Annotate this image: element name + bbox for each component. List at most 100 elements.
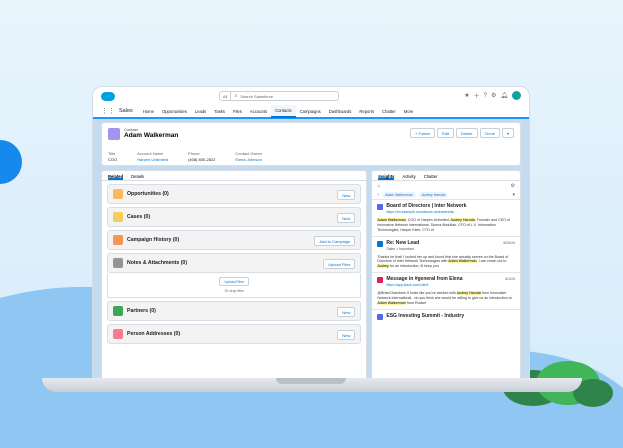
insight-title[interactable]: Message in #general from Elena [386,276,515,282]
new-address-button[interactable]: New [337,330,356,340]
new-case-button[interactable]: New [337,213,356,223]
tab-chatter[interactable]: Chatter [424,174,438,180]
insight-card[interactable]: ESG Investing Summit - Industry [372,308,520,322]
highlight: Adam Walkerman [377,300,406,305]
tab-details[interactable]: Details [131,174,144,180]
laptop-notch [276,378,346,384]
insight-title[interactable]: Board of Directors | Inter Network [386,203,515,209]
highlight: Adam Walkerman [448,259,477,264]
related-list-person-addresses: Person Addresses (0) New [107,324,362,344]
upload-files-inline-button[interactable]: Upload Files [219,277,249,286]
nav-item-reports[interactable]: Reports [355,104,378,118]
nav-item-more[interactable]: More [400,104,418,118]
clone-button[interactable]: Clone [479,128,500,138]
highlight: Audrey Haruda [450,218,475,222]
record-actions: + Follow Edit Delete Clone ▾ [410,128,514,138]
salesforce-logo[interactable] [101,91,115,101]
app-launcher-icon[interactable]: ⋮⋮ [101,107,115,115]
insights-panel: Insights Activity Chatter ⌂ ⚙ ‹ Adam Wal… [371,170,521,380]
insight-body: @BrianChambers it looks like you've work… [377,291,515,306]
insight-card[interactable]: Board of Directors | Inter Network https… [372,199,520,236]
insight-card[interactable]: Re: New Lead Sales > Important 5/29/24 T… [372,235,520,273]
add-icon[interactable]: ＋ [474,91,480,100]
related-list-cases: Cases (0) New [107,207,362,227]
insight-card[interactable]: Message in #general from Elena https://a… [372,272,520,309]
partner-icon [113,306,123,316]
nav-item-campaigns[interactable]: Campaigns [296,104,325,118]
field-label: Contact Owner [235,151,263,156]
related-list-partners: Partners (0) New [107,301,362,321]
case-icon [113,212,123,222]
global-search[interactable]: All ⌕ Search Salesforce [219,91,339,101]
field-account-name: Account Name Harpen Unlimited [137,151,168,162]
back-icon[interactable]: ‹ [377,192,379,198]
related-list-campaign-history: Campaign History (0) Add to Campaign [107,230,362,250]
global-header: All ⌕ Search Salesforce ★ ＋ ? ⚙ 🔔︎ [93,87,529,105]
related-list-title[interactable]: Partners (0) [127,308,156,314]
nav-item-accounts[interactable]: Accounts [246,104,271,118]
related-list-title[interactable]: Notes & Attachments (0) [127,260,187,266]
new-opportunity-button[interactable]: New [337,190,356,200]
nav-item-contacts[interactable]: Contacts [271,104,296,118]
filter-pill[interactable]: Audrey Haruda [418,191,449,198]
record-highlights: Contact Adam Walkerman + Follow Edit Del… [101,122,521,166]
gear-icon[interactable]: ⚙ [491,92,496,99]
file-drop-zone[interactable]: Upload Files Or drop files [107,273,362,298]
insight-source[interactable]: https://en.example.com/about-us/leadersh… [386,210,515,214]
related-list-title[interactable]: Opportunities (0) [127,191,169,197]
insight-title[interactable]: ESG Investing Summit - Industry [386,313,515,319]
add-to-campaign-button[interactable]: Add to Campaign [314,236,356,246]
field-value[interactable]: (408) 800-2822 [188,157,215,162]
field-value: COO [108,157,118,162]
settings-icon[interactable]: ⚙ [511,183,515,189]
related-list-title[interactable]: Cases (0) [127,214,150,220]
search-placeholder[interactable]: Search Salesforce [240,94,273,99]
related-list-title[interactable]: Person Addresses (0) [127,331,180,337]
more-actions-button[interactable]: ▾ [501,128,514,138]
bell-icon[interactable]: 🔔︎ [500,92,508,99]
field-value[interactable]: Elena Johnson [235,157,262,162]
favorites-icon[interactable]: ★ [464,92,469,99]
insight-source: Sales > Important [386,246,414,251]
app-name: Sales [119,108,133,114]
related-list-title[interactable]: Campaign History (0) [127,237,179,243]
avatar[interactable] [512,91,521,100]
highlight-fields: Title COO Account Name Harpen Unlimited … [108,151,262,162]
tab-insights[interactable]: Insights [378,174,395,180]
chevron-down-icon[interactable]: ▾ [512,192,515,198]
nav-item-opportunities[interactable]: Opportunities [158,104,191,118]
insight-date: 6/1/24 [505,277,515,282]
related-list-opportunities: Opportunities (0) New [107,184,362,204]
nav-item-tasks[interactable]: Tasks [210,104,229,118]
highlight: Adam Walkerman [377,218,406,222]
insight-filters: ‹ Adam Walkerman Audrey Haruda ▾ [372,190,520,199]
tab-activity[interactable]: Activity [402,174,415,180]
record-name: Adam Walkerman [124,132,179,139]
body-mid: . I can reach out to [476,259,507,264]
nav-item-chatter[interactable]: Chatter [378,104,400,118]
insight-title[interactable]: Re: New Lead [386,240,515,246]
opportunity-icon [113,189,123,199]
follow-button[interactable]: + Follow [410,128,436,138]
nav-item-dashboards[interactable]: Dashboards [325,104,356,118]
new-partner-button[interactable]: New [337,307,356,317]
search-scope[interactable]: All [220,92,232,100]
tab-related[interactable]: Related [108,174,124,180]
help-icon[interactable]: ? [484,93,487,99]
delete-button[interactable]: Delete [455,128,478,138]
upload-files-button[interactable]: Upload Files [323,259,356,269]
edit-button[interactable]: Edit [437,128,454,138]
nav-item-leads[interactable]: Leads [191,104,210,118]
nav-item-home[interactable]: Home [139,104,158,118]
field-contact-owner: Contact Owner Elena Johnson [235,151,262,162]
field-value[interactable]: Harpen Unlimited [137,157,168,162]
home-icon[interactable]: ⌂ [377,183,380,189]
nav-item-files[interactable]: Files [229,104,246,118]
field-title: Title COO [108,151,117,162]
slack-icon [377,277,384,284]
insight-source[interactable]: https://app.slack.com/client [386,283,515,287]
filter-pill[interactable]: Adam Walkerman [382,191,416,198]
note-icon [113,258,123,268]
insights-toolbar: ⌂ ⚙ [372,181,520,190]
drop-files-text: Or drop files [224,289,244,293]
